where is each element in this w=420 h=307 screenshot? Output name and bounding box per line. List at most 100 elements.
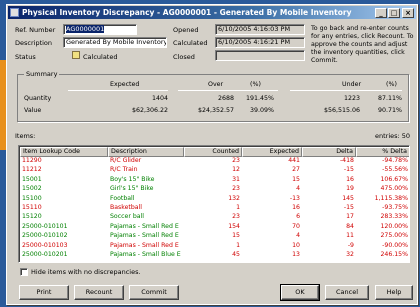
cell-counted: 15 (232, 232, 240, 240)
window-title: Physical Inventory Discrepancy - AG00000… (22, 8, 352, 17)
calculated-label: Calculated (173, 39, 208, 47)
cell-delta: -15 (343, 204, 354, 211)
cell-expected: 10 (292, 241, 300, 249)
cell-code: 15100 (22, 194, 42, 202)
ref-number-label: Ref. Number (15, 26, 56, 34)
cell-pct-delta: -94.78% (382, 157, 408, 164)
cell-pct-delta: 1,115.38% (374, 194, 408, 202)
table-row[interactable]: 25000-010101 Pajamas - Small Red E 154 70 84… (20, 222, 409, 231)
table-row[interactable]: 25000-010201 Pajamas - Small Blue E 45 13 32… (20, 251, 409, 259)
table-row[interactable]: 25000-010103 Pajamas - Small Red E 1 10 -9 -9… (20, 241, 409, 250)
quantity-under-pct: 87.11% (377, 95, 402, 102)
cell-code: 25000-010103 (22, 241, 68, 249)
commit-button[interactable]: Commit (129, 285, 179, 300)
summary-title: Summary (24, 70, 60, 78)
quantity-over: 2688 (217, 95, 234, 102)
col-header-code[interactable]: Item Lookup Code (20, 147, 108, 157)
title-bar[interactable]: Physical Inventory Discrepancy - AG00000… (8, 6, 416, 19)
cell-code: 15002 (22, 185, 42, 193)
col-header-description[interactable]: Description (108, 147, 184, 157)
cell-counted: 23 (232, 213, 240, 221)
cell-delta: 84 (346, 222, 354, 230)
description-label: Description (15, 39, 53, 47)
summary-col-under-pct: (%) (386, 81, 397, 88)
opened-label: Opened (173, 26, 199, 34)
summary-col-over: Over (208, 81, 224, 88)
cell-counted: 12 (232, 166, 240, 174)
app-icon (10, 8, 19, 17)
cell-counted: 45 (232, 251, 240, 258)
cell-pct-delta: -90.00% (382, 241, 408, 249)
cell-delta: 17 (346, 213, 354, 221)
calculated-status-icon (72, 51, 80, 59)
summary-divider (68, 90, 168, 91)
cell-description: R/C Glider (110, 157, 142, 164)
cell-expected: 16 (292, 204, 300, 211)
table-row[interactable]: 11290 R/C Glider 23 441 -418 -94.78% (20, 157, 409, 165)
value-label: Value (24, 107, 42, 114)
cell-code: 25000-010102 (22, 232, 68, 240)
table-row[interactable]: 15110 Basketball 1 16 -15 -93.75% (20, 204, 409, 212)
description-field[interactable]: Generated By Mobile Inventory (63, 37, 167, 48)
summary-divider (290, 90, 402, 91)
hide-no-discrepancy-label: Hide items with no discrepancies. (31, 268, 141, 276)
close-button[interactable]: × (402, 8, 414, 18)
cell-counted: 1 (236, 204, 240, 211)
cell-description: Pajamas - Small Red E (110, 241, 179, 249)
opened-field: 6/10/2005 4:16:03 PM (215, 24, 305, 35)
quantity-label: Quantity (24, 95, 52, 102)
cell-delta: -418 (339, 157, 354, 164)
hide-no-discrepancy-checkbox[interactable] (20, 268, 28, 276)
table-row[interactable]: 11212 R/C Train 12 27 -15 -55.56% (20, 166, 409, 174)
quantity-expected: 1404 (151, 95, 168, 102)
summary-col-over-pct: (%) (250, 81, 261, 88)
col-header-pct-delta[interactable]: % Delta (356, 147, 409, 157)
value-over: $24,352.57 (197, 107, 234, 114)
entries-count: entries: 50 (375, 132, 411, 140)
items-grid[interactable]: Item Lookup Code Description Counted Exp… (18, 145, 410, 263)
cell-expected: 70 (292, 222, 300, 230)
cell-description: R/C Train (110, 166, 138, 174)
ref-number-field[interactable]: AG0000001 (63, 24, 137, 35)
cell-counted: 23 (232, 185, 240, 193)
summary-col-under: Under (342, 81, 362, 88)
table-row[interactable]: 15120 Soccer ball 23 6 17 283.33% (20, 213, 409, 221)
cell-expected: 15 (292, 175, 300, 183)
value-over-pct: 39.09% (249, 107, 274, 114)
cell-code: 25000-010201 (22, 251, 68, 258)
summary-divider (178, 90, 278, 91)
cell-code: 11290 (22, 157, 42, 164)
recount-button[interactable]: Recount (74, 285, 124, 300)
summary-group: Summary Expected Over (%) Under (%) Quan… (17, 70, 409, 122)
col-header-delta[interactable]: Delta (302, 147, 356, 157)
table-row[interactable]: 15100 Football 132 -13 145 1,115.38% (20, 194, 409, 203)
help-button[interactable]: Help (375, 285, 413, 300)
cell-expected: 27 (292, 166, 300, 174)
table-row[interactable]: 15001 Boy's 15" Bike 31 15 16 106.67% (20, 175, 409, 184)
cell-delta: 145 (342, 194, 354, 202)
table-row[interactable]: 15002 Girl's 15" Bike 23 4 19 475.00% (20, 185, 409, 193)
col-header-expected[interactable]: Expected (242, 147, 302, 157)
cell-delta: 16 (346, 175, 354, 183)
cell-counted: 31 (232, 175, 240, 183)
cell-pct-delta: -55.56% (382, 166, 408, 174)
minimize-button[interactable]: _ (375, 8, 387, 18)
table-row[interactable]: 25000-010102 Pajamas - Small Red E 15 4 11 27… (20, 232, 409, 240)
col-header-counted[interactable]: Counted (184, 147, 242, 157)
cell-delta: -9 (347, 241, 354, 249)
cell-counted: 23 (232, 157, 240, 164)
value-under-pct: 90.71% (377, 107, 402, 114)
cell-code: 15001 (22, 175, 42, 183)
cancel-button[interactable]: Cancel (325, 285, 369, 300)
cell-pct-delta: 283.33% (380, 213, 408, 221)
quantity-over-pct: 191.45% (245, 95, 274, 102)
cell-delta: -15 (343, 166, 354, 174)
summary-col-expected: Expected (110, 81, 140, 88)
cell-delta: 32 (346, 251, 354, 258)
quantity-under: 1223 (343, 95, 360, 102)
ok-button[interactable]: OK (280, 284, 320, 301)
cell-pct-delta: 475.00% (380, 185, 408, 193)
print-button[interactable]: Print (19, 285, 69, 300)
cell-expected: 441 (288, 157, 300, 164)
maximize-button[interactable]: □ (388, 8, 400, 18)
